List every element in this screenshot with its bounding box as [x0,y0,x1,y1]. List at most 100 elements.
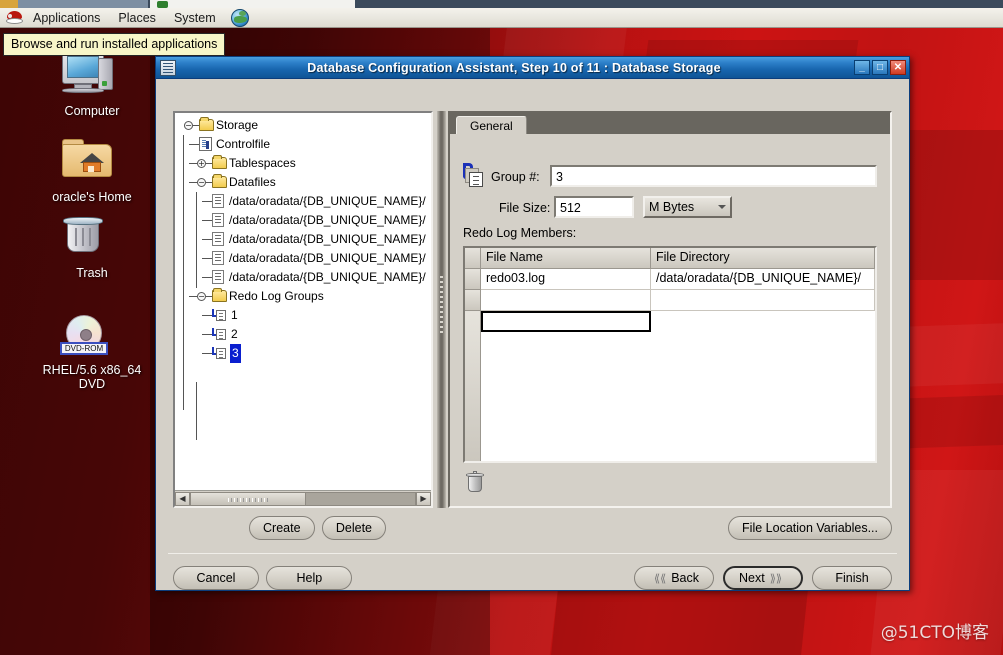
file-size-unit-value: M Bytes [649,200,695,214]
tree-item-label: Datafiles [229,175,276,189]
cell-file-name-editing[interactable] [481,311,651,332]
cell-file-directory[interactable]: /data/oradata/{DB_UNIQUE_NAME}/ [651,269,875,290]
nav-right: ⟪⟪ Back Next ⟫⟫ Finish [634,566,892,590]
dvd-rom-badge: DVD-ROM [60,342,108,355]
desktop-icon-home[interactable]: oracle's Home [34,136,150,204]
file-size-input[interactable]: 512 [554,196,634,218]
desktop-icon-label: RHEL/5.6 x86_64 DVD [42,363,142,391]
delete-member-icon[interactable] [466,471,484,493]
cell-file-name[interactable]: redo03.log [481,269,651,290]
datafile-icon [212,270,224,284]
background-window-sliver [0,0,1003,8]
redo-group-icon [463,163,485,188]
dbca-dialog: Database Configuration Assistant, Step 1… [155,56,910,591]
tree-item-datafile[interactable]: /data/oradata/{DB_UNIQUE_NAME}/ [180,211,431,230]
back-button-label: Back [671,571,700,585]
help-button[interactable]: Help [266,566,353,590]
file-size-unit-select[interactable]: M Bytes [643,196,732,218]
table-row-editing[interactable] [465,311,875,332]
redo-log-members-table[interactable]: File Name File Directory redo03.log /dat… [463,246,877,463]
computer-icon [34,50,150,100]
tree-item-label-selected: 3 [230,344,241,363]
menu-applications[interactable]: Applications [24,9,109,27]
tree-item-redo-group-1[interactable]: 1 [180,306,431,325]
cell-file-directory[interactable] [651,311,875,332]
tree-item-label: /data/oradata/{DB_UNIQUE_NAME}/ [229,270,426,284]
collapse-toggle-icon[interactable]: − [197,178,206,187]
datafile-icon [212,232,224,246]
table-row[interactable] [465,290,875,311]
tree-item-label: 2 [231,327,238,341]
home-folder-icon [34,136,150,186]
tree-item-redo-group-2[interactable]: 2 [180,325,431,344]
desktop-icon-computer[interactable]: Computer [34,50,150,118]
finish-button[interactable]: Finish [812,566,892,590]
tree-item-storage[interactable]: − Storage [180,116,431,135]
redo-log-members-label: Redo Log Members: [463,226,577,240]
scrollbar-thumb[interactable] [190,491,306,506]
table-header-row: File Name File Directory [465,248,875,269]
tree-item-redo-log-groups[interactable]: − Redo Log Groups [180,287,431,306]
minimize-button[interactable]: _ [854,60,870,75]
create-button[interactable]: Create [249,516,315,540]
globe-icon[interactable] [230,8,249,27]
storage-tree-panel[interactable]: − Storage Controlfile + Tablespaces − Da… [173,111,433,508]
dialog-title: Database Configuration Assistant, Step 1… [307,60,721,75]
tab-content-general: Group #: 3 File Size: 512 M Bytes Redo L… [453,134,887,503]
tree-item-controlfile[interactable]: Controlfile [180,135,431,154]
desktop-icon-dvd[interactable]: DVD-ROM RHEL/5.6 x86_64 DVD [34,315,150,391]
scroll-right-button[interactable]: ▶ [416,491,431,506]
trash-icon [34,212,150,262]
expand-toggle-icon[interactable]: + [197,159,206,168]
tree-item-datafile[interactable]: /data/oradata/{DB_UNIQUE_NAME}/ [180,230,431,249]
tab-strip: General [450,113,890,134]
file-size-label: File Size: [499,201,551,215]
row-header-cell[interactable] [465,290,481,311]
row-header-cell[interactable] [465,269,481,290]
divider [168,553,897,554]
redhat-logo-icon[interactable] [6,10,23,25]
menu-places[interactable]: Places [109,9,165,27]
column-header-file-directory[interactable]: File Directory [651,248,875,269]
group-details-panel: General Group #: 3 File Size: 512 M Byte… [448,111,892,508]
tree-horizontal-scrollbar[interactable]: ◀ ▶ [175,490,431,506]
tree-item-redo-group-3[interactable]: 3 [180,344,431,363]
datafile-icon [212,251,224,265]
table-row[interactable]: redo03.log /data/oradata/{DB_UNIQUE_NAME… [465,269,875,290]
tree-item-datafiles[interactable]: − Datafiles [180,173,431,192]
group-number-input[interactable]: 3 [550,165,877,187]
tree-item-label: /data/oradata/{DB_UNIQUE_NAME}/ [229,213,426,227]
tree-item-datafile[interactable]: /data/oradata/{DB_UNIQUE_NAME}/ [180,249,431,268]
tree-item-datafile[interactable]: /data/oradata/{DB_UNIQUE_NAME}/ [180,268,431,287]
file-location-variables-button[interactable]: File Location Variables... [728,516,892,540]
next-button[interactable]: Next ⟫⟫ [723,566,803,590]
cell-file-name[interactable] [481,290,651,311]
tree-item-label: Tablespaces [229,156,296,170]
maximize-button[interactable]: □ [872,60,888,75]
column-header-file-name[interactable]: File Name [481,248,651,269]
close-button[interactable]: ✕ [890,60,906,75]
tab-general[interactable]: General [456,116,527,134]
tree-item-label: /data/oradata/{DB_UNIQUE_NAME}/ [229,232,426,246]
delete-button[interactable]: Delete [321,516,387,540]
table-row-header-fill [465,312,481,461]
dvd-rom-icon: DVD-ROM [34,315,150,359]
tree-item-datafile[interactable]: /data/oradata/{DB_UNIQUE_NAME}/ [180,192,431,211]
scroll-left-button[interactable]: ◀ [175,491,190,506]
redo-group-icon [212,327,227,341]
menu-system[interactable]: System [165,9,225,27]
panel-splitter[interactable] [437,111,446,508]
next-button-label: Next [739,571,765,585]
tree-item-label: Redo Log Groups [229,289,324,303]
desktop-icon-trash[interactable]: Trash [34,212,150,280]
cancel-button[interactable]: Cancel [173,566,259,590]
collapse-toggle-icon[interactable]: − [184,121,193,130]
controlfile-icon [199,137,212,151]
collapse-toggle-icon[interactable]: − [197,292,206,301]
dialog-titlebar[interactable]: Database Configuration Assistant, Step 1… [156,57,909,79]
scrollbar-track[interactable] [306,491,416,506]
tree-item-tablespaces[interactable]: + Tablespaces [180,154,431,173]
redo-group-icon [212,346,227,360]
cell-file-directory[interactable] [651,290,875,311]
back-button[interactable]: ⟪⟪ Back [634,566,714,590]
